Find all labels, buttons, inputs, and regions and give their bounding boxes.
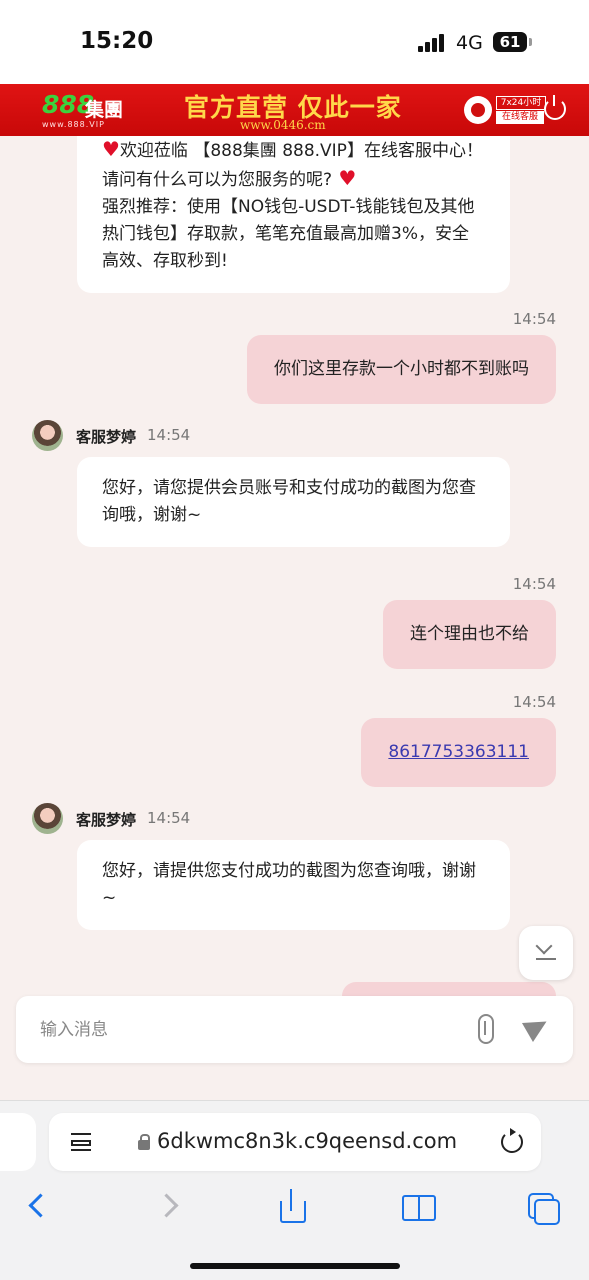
page: 15:20 4G 61 888 集團 www.888.VIP 官方直营 仅此一家…: [0, 0, 589, 1280]
share-icon[interactable]: [272, 1187, 312, 1227]
scroll-down-icon: [535, 937, 553, 955]
welcome-line1: 欢迎莅临 【888集團 888.VIP】在线客服中心！ 请问有什么可以为您服务的…: [102, 141, 483, 190]
input-area: [0, 996, 589, 1100]
promo-banner[interactable]: 888 集團 www.888.VIP 官方直营 仅此一家 www.0446.cm…: [0, 84, 589, 136]
support-label[interactable]: 在线客服: [496, 111, 544, 124]
bookmarks-icon[interactable]: [398, 1187, 438, 1227]
welcome-line2: 强烈推荐：使用【NO钱包-USDT-钱能钱包及其他热门钱包】存取款，笔笔充值最高…: [102, 197, 475, 271]
support-hours: 7x24小时: [496, 96, 546, 110]
scroll-down-bar: [536, 958, 556, 960]
heart-icon: ♥: [102, 137, 120, 161]
browser-toolbar: 6dkwmc8n3k.c9qeensd.com: [0, 1100, 589, 1280]
agent-name: 客服梦婷: [76, 811, 137, 829]
brand-url: www.888.VIP: [42, 120, 105, 129]
agent-message: 您好，请您提供会员账号和支付成功的截图为您查询哦，谢谢~: [77, 457, 510, 547]
message-input[interactable]: [38, 1014, 442, 1046]
message-input-box[interactable]: [16, 996, 573, 1063]
forward-icon[interactable]: [152, 1187, 192, 1227]
message-time: 14:54: [512, 693, 556, 711]
user-message: 连个理由也不给: [383, 600, 556, 669]
scroll-down-button[interactable]: [519, 926, 573, 980]
agent-name: 客服梦婷: [76, 428, 137, 446]
banner-url: www.0446.cm: [240, 118, 326, 132]
back-icon[interactable]: [20, 1187, 60, 1227]
tabs-icon[interactable]: [522, 1187, 562, 1227]
status-time: 15:20: [80, 28, 154, 54]
message-time: 14:54: [512, 575, 556, 593]
message-time: 14:54: [147, 426, 191, 444]
address-bar[interactable]: 6dkwmc8n3k.c9qeensd.com: [49, 1113, 541, 1171]
heart-icon: ♥: [332, 166, 357, 190]
battery-icon: 61: [493, 32, 527, 52]
battery-tip: [529, 38, 532, 46]
avatar[interactable]: [32, 420, 63, 451]
reader-icon[interactable]: [71, 1133, 91, 1153]
avatar[interactable]: [32, 803, 63, 834]
brand-name: 集團: [85, 99, 124, 121]
signal-icon: [418, 34, 448, 52]
chat-messages[interactable]: ♥欢迎莅临 【888集團 888.VIP】在线客服中心！ 请问有什么可以为您服务…: [0, 136, 589, 996]
status-bar: 15:20 4G 61: [0, 0, 589, 84]
previous-tab[interactable]: [0, 1113, 36, 1171]
user-message-partial: [342, 982, 556, 996]
home-indicator: [190, 1263, 400, 1269]
reload-icon[interactable]: [501, 1128, 523, 1153]
welcome-message: ♥欢迎莅临 【888集團 888.VIP】在线客服中心！ 请问有什么可以为您服务…: [77, 136, 510, 293]
power-icon[interactable]: [544, 95, 566, 120]
attach-icon[interactable]: [478, 1014, 494, 1044]
lock-icon: [138, 1134, 150, 1150]
user-message: 你们这里存款一个小时都不到账吗: [247, 335, 556, 404]
send-icon[interactable]: [521, 1011, 553, 1043]
phone-link[interactable]: 8617753363111: [361, 718, 556, 787]
network-type: 4G: [456, 32, 483, 54]
url-text[interactable]: 6dkwmc8n3k.c9qeensd.com: [157, 1129, 457, 1153]
agent-message: 您好，请提供您支付成功的截图为您查询哦，谢谢~: [77, 840, 510, 930]
message-time: 14:54: [147, 809, 191, 827]
support-icon[interactable]: [464, 96, 492, 124]
message-time: 14:54: [512, 310, 556, 328]
